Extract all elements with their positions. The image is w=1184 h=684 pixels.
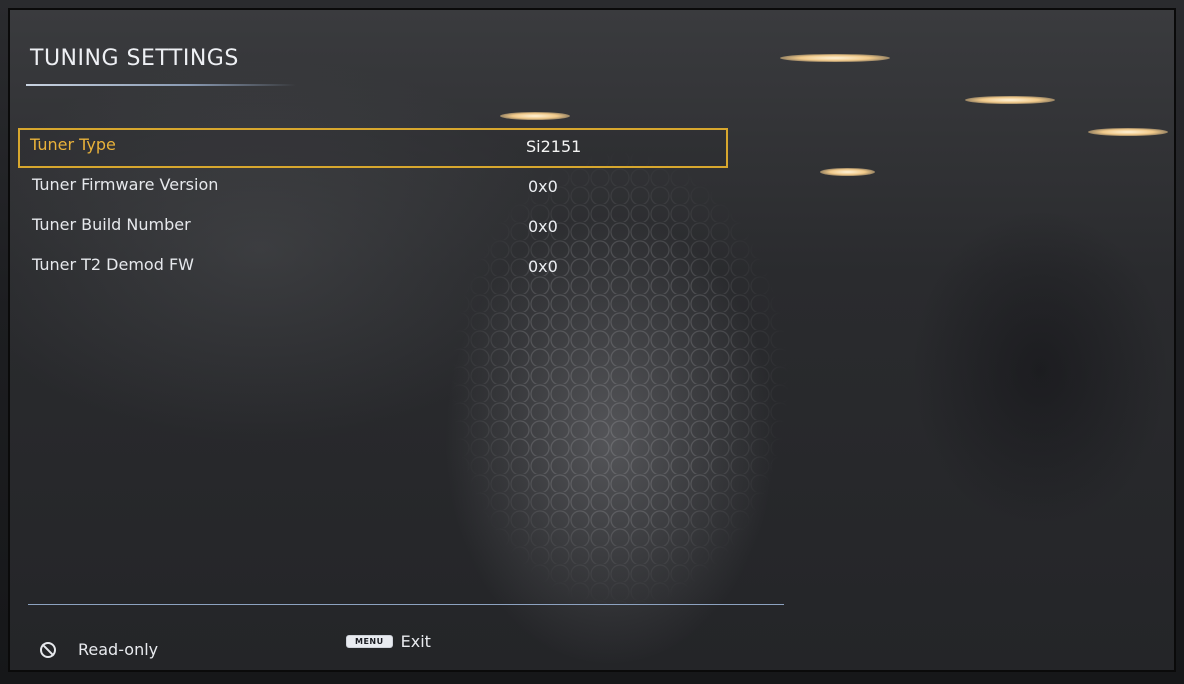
exit-hint[interactable]: MENU Exit: [346, 632, 431, 651]
setting-row-tuner-type[interactable]: Tuner Type Si2151: [18, 128, 728, 168]
reflection-light: [780, 54, 890, 62]
no-entry-icon: [40, 641, 56, 658]
reflection-light: [1088, 128, 1168, 136]
reflection-light: [965, 96, 1055, 104]
tv-screen: TUNING SETTINGS Tuner Type Si2151 Tuner …: [8, 8, 1176, 672]
settings-list: Tuner Type Si2151 Tuner Firmware Version…: [18, 128, 728, 288]
setting-label: Tuner Type: [30, 135, 116, 154]
setting-value: 0x0: [528, 177, 558, 196]
reflection-light: [820, 168, 875, 176]
reflection-light: [500, 112, 570, 120]
readonly-label: Read-only: [78, 640, 159, 659]
footer-divider: [28, 604, 784, 605]
page-title: TUNING SETTINGS: [30, 46, 239, 71]
menu-key-icon: MENU: [346, 635, 393, 648]
title-underline: [26, 84, 296, 86]
readonly-hint: Read-only: [40, 640, 158, 659]
setting-value: 0x0: [528, 257, 558, 276]
setting-label: Tuner Build Number: [32, 215, 191, 234]
setting-label: Tuner T2 Demod FW: [32, 255, 194, 274]
setting-row-tuner-firmware-version[interactable]: Tuner Firmware Version 0x0: [18, 168, 728, 208]
setting-row-tuner-t2-demod-fw[interactable]: Tuner T2 Demod FW 0x0: [18, 248, 728, 288]
setting-row-tuner-build-number[interactable]: Tuner Build Number 0x0: [18, 208, 728, 248]
exit-label: Exit: [400, 632, 431, 651]
setting-value: 0x0: [528, 217, 558, 236]
setting-value: Si2151: [526, 137, 582, 156]
tv-bezel: TUNING SETTINGS Tuner Type Si2151 Tuner …: [0, 0, 1184, 684]
setting-label: Tuner Firmware Version: [32, 175, 219, 194]
